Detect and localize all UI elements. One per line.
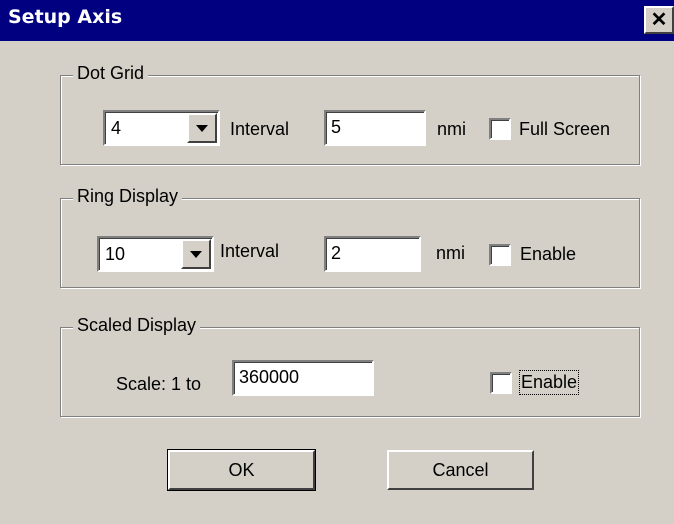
ring-display-interval-value: 2	[331, 243, 342, 263]
scaled-display-legend: Scaled Display	[73, 315, 201, 336]
ring-display-combo-value: 10	[105, 244, 126, 264]
ring-display-interval-label: Interval	[220, 241, 280, 261]
ring-display-combo-dropdown-button[interactable]	[181, 239, 211, 269]
window-title: Setup Axis	[8, 6, 123, 28]
scaled-enable-checkbox[interactable]	[490, 372, 512, 394]
chevron-down-icon	[196, 124, 208, 132]
dot-grid-interval-value: 5	[331, 117, 342, 137]
title-bar: Setup Axis ✕	[0, 0, 674, 41]
dot-grid-interval-input[interactable]: 5	[324, 110, 426, 146]
dot-grid-combo-value: 4	[111, 118, 122, 138]
scale-input[interactable]: 360000	[232, 360, 374, 396]
cancel-button[interactable]: Cancel	[387, 450, 534, 490]
ring-enable-label[interactable]: Enable	[520, 244, 576, 265]
ring-display-unit-label: nmi	[436, 243, 466, 263]
ring-display-combo[interactable]: 10	[97, 236, 214, 272]
ring-display-legend: Ring Display	[73, 186, 183, 207]
dot-grid-interval-label: Interval	[230, 119, 290, 139]
scaled-enable-label[interactable]: Enable	[518, 370, 580, 395]
close-icon: ✕	[650, 9, 668, 31]
ok-button[interactable]: OK	[167, 449, 316, 491]
chevron-down-icon	[190, 250, 202, 258]
scale-label: Scale: 1 to	[116, 374, 202, 394]
scale-value: 360000	[239, 367, 300, 387]
ring-display-interval-input[interactable]: 2	[324, 236, 421, 272]
full-screen-label[interactable]: Full Screen	[519, 119, 610, 140]
cancel-button-label: Cancel	[432, 459, 489, 480]
dot-grid-legend: Dot Grid	[73, 63, 149, 84]
dot-grid-unit-label: nmi	[437, 119, 467, 139]
dot-grid-combo[interactable]: 4	[103, 110, 220, 146]
full-screen-checkbox[interactable]	[489, 118, 511, 140]
close-button[interactable]: ✕	[644, 6, 674, 34]
dot-grid-combo-dropdown-button[interactable]	[187, 113, 217, 143]
ring-enable-checkbox[interactable]	[489, 244, 511, 266]
ok-button-label: OK	[228, 459, 255, 480]
